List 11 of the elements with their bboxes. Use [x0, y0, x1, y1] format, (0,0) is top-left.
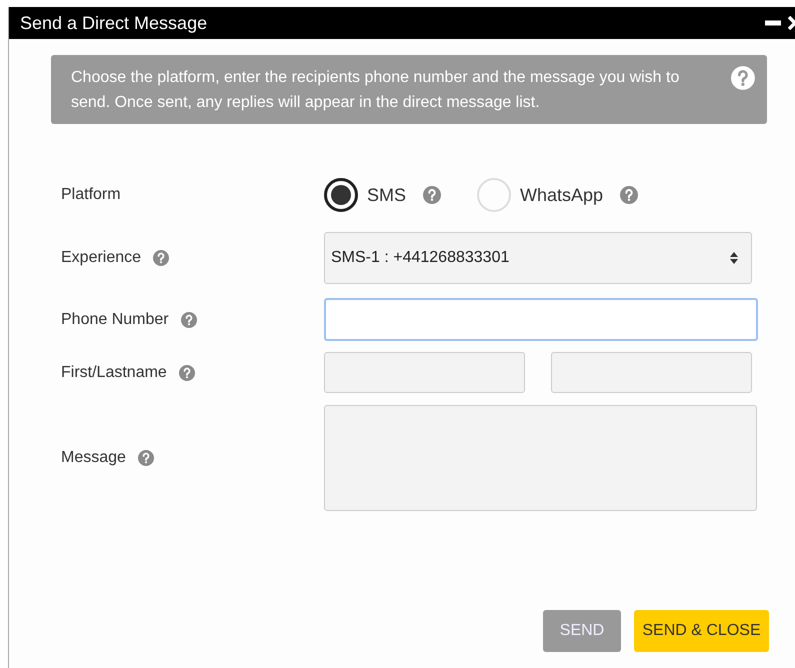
field-label: Message: [61, 448, 126, 468]
radio-label: WhatsApp: [520, 184, 604, 207]
field-label: Experience: [61, 248, 142, 268]
send-and-close-button[interactable]: SEND & CLOSE: [634, 610, 769, 652]
radio-label: SMS: [367, 184, 406, 206]
experience-select[interactable]: SMS-1 : +441268833301: [324, 232, 752, 284]
field-label: Platform: [61, 185, 121, 205]
field-label: Phone Number: [61, 310, 169, 330]
field-label: First/Lastname: [61, 362, 167, 382]
info-text: Choose the platform, enter the recipients phone number and the message you wish to send. Once sent, any replies will appear in the direct message list.: [71, 68, 680, 113]
window-title: Send a Direct Message: [20, 12, 208, 35]
